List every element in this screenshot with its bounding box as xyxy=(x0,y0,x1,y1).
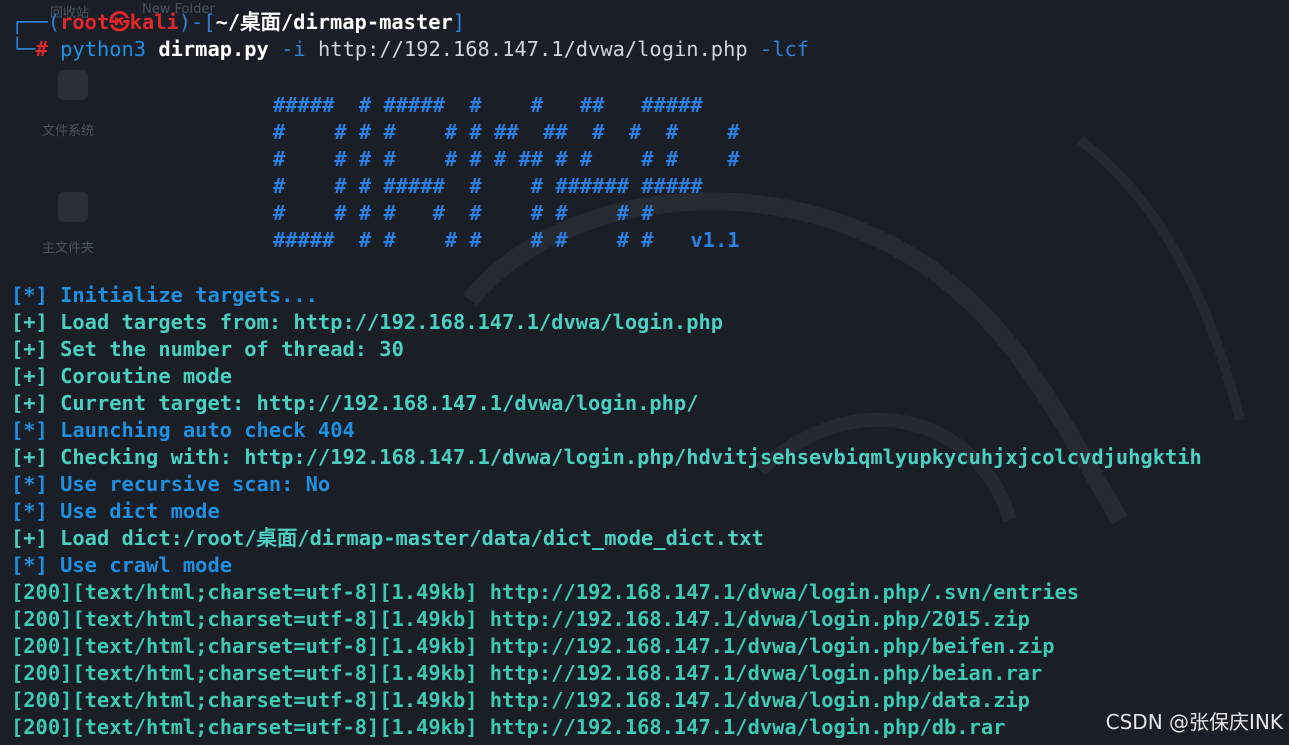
result-url: http://192.168.147.1/dvwa/login.php/data… xyxy=(489,688,1030,712)
banner-version: v1.1 xyxy=(653,228,740,252)
cmd-flag-lcf: -lcf xyxy=(759,37,810,61)
log-line: [*] Use recursive scan: No xyxy=(11,471,330,498)
result-line: [200][text/html;charset=utf-8][1.49kb] h… xyxy=(11,579,1079,606)
log-text: Use recursive scan: No xyxy=(60,472,331,496)
result-url: http://192.168.147.1/dvwa/login.php/db.r… xyxy=(489,715,1006,739)
result-prefix: [200][text/html;charset=utf-8][1.49kb] xyxy=(11,580,478,604)
log-tag: [+] xyxy=(11,337,48,361)
log-text: Use crawl mode xyxy=(60,553,232,577)
prompt-end: ] xyxy=(452,10,466,34)
log-text: Initialize targets... xyxy=(60,283,318,307)
prompt-box-top: ┌──( xyxy=(11,10,61,34)
result-line: [200][text/html;charset=utf-8][1.49kb] h… xyxy=(11,660,1042,687)
prompt-box-bottom: └─ xyxy=(11,37,36,61)
log-line: [+] Current target: http://192.168.147.1… xyxy=(11,390,699,417)
log-tag: [+] xyxy=(11,391,48,415)
result-prefix: [200][text/html;charset=utf-8][1.49kb] xyxy=(11,661,478,685)
banner-line: # # # # # # # # # # xyxy=(273,201,654,225)
log-line: [+] Set the number of thread: 30 xyxy=(11,336,404,363)
log-text: Launching auto check 404 xyxy=(60,418,355,442)
log-text: Load dict:/root/桌面/dirmap-master/data/di… xyxy=(60,526,764,550)
cmd-python: python3 xyxy=(60,37,147,61)
cmd-flag-i: -i xyxy=(281,37,306,61)
log-tag: [*] xyxy=(11,499,48,523)
prompt-line-1: ┌──(root㉿kali)-[~/桌面/dirmap-master] xyxy=(11,9,465,36)
banner-line: # # # ##### # # ###### ##### xyxy=(273,174,703,198)
log-text: Coroutine mode xyxy=(60,364,232,388)
banner-line: # # # # # # ## ## # # # # xyxy=(273,120,740,144)
banner-line: ##### # ##### # # ## ##### xyxy=(273,93,703,117)
result-line: [200][text/html;charset=utf-8][1.49kb] h… xyxy=(11,687,1030,714)
log-tag: [*] xyxy=(11,283,48,307)
prompt-hash: # xyxy=(35,37,48,61)
log-line: [+] Load targets from: http://192.168.14… xyxy=(11,309,723,336)
result-url: http://192.168.147.1/dvwa/login.php/beia… xyxy=(489,661,1043,685)
result-prefix: [200][text/html;charset=utf-8][1.49kb] xyxy=(11,607,478,631)
log-line: [*] Initialize targets... xyxy=(11,282,318,309)
home-folder-icon[interactable] xyxy=(58,192,88,222)
log-tag: [+] xyxy=(11,364,48,388)
banner-line: # # # # # # # ## # # # # # xyxy=(273,147,740,171)
log-text: Use dict mode xyxy=(60,499,220,523)
prompt-user: root xyxy=(60,10,110,34)
result-line: [200][text/html;charset=utf-8][1.49kb] h… xyxy=(11,633,1055,660)
prompt-mid: )-[ xyxy=(178,10,216,34)
result-url: http://192.168.147.1/dvwa/login.php/.svn… xyxy=(489,580,1080,604)
result-line: [200][text/html;charset=utf-8][1.49kb] h… xyxy=(11,606,1030,633)
prompt-path: ~/桌面/dirmap-master xyxy=(215,10,453,34)
log-tag: [*] xyxy=(11,418,48,442)
cmd-script: dirmap.py xyxy=(158,37,269,61)
filesystem-icon[interactable] xyxy=(58,70,88,100)
desktop-label-filesystem: 文件系统 xyxy=(42,124,95,139)
result-url: http://192.168.147.1/dvwa/login.php/beif… xyxy=(489,634,1055,658)
log-line: [+] Checking with: http://192.168.147.1/… xyxy=(11,444,1202,471)
log-line: [*] Launching auto check 404 xyxy=(11,417,355,444)
log-tag: [*] xyxy=(11,472,48,496)
log-line: [+] Load dict:/root/桌面/dirmap-master/dat… xyxy=(11,525,764,552)
desktop-label-home: 主文件夹 xyxy=(42,241,95,256)
result-prefix: [200][text/html;charset=utf-8][1.49kb] xyxy=(11,634,478,658)
cmd-url: http://192.168.147.1/dvwa/login.php xyxy=(317,37,748,61)
log-tag: [+] xyxy=(11,445,48,469)
skull-icon: ㉿ xyxy=(109,10,130,34)
csdn-watermark: CSDN @张保庆INK xyxy=(1105,710,1283,734)
log-tag: [+] xyxy=(11,310,48,334)
result-url: http://192.168.147.1/dvwa/login.php/2015… xyxy=(489,607,1030,631)
log-tag: [*] xyxy=(11,553,48,577)
log-line: [*] Use crawl mode xyxy=(11,552,232,579)
result-prefix: [200][text/html;charset=utf-8][1.49kb] xyxy=(11,715,478,739)
result-line: [200][text/html;charset=utf-8][1.49kb] h… xyxy=(11,714,1005,741)
log-line: [*] Use dict mode xyxy=(11,498,220,525)
log-tag: [+] xyxy=(11,526,48,550)
log-text: Current target: http://192.168.147.1/dvw… xyxy=(60,391,699,415)
result-prefix: [200][text/html;charset=utf-8][1.49kb] xyxy=(11,688,478,712)
log-text: Set the number of thread: 30 xyxy=(60,337,404,361)
command-line[interactable]: └─# python3 dirmap.py -i http://192.168.… xyxy=(11,36,809,63)
log-line: [+] Coroutine mode xyxy=(11,363,232,390)
log-text: Load targets from: http://192.168.147.1/… xyxy=(60,310,724,334)
prompt-host: kali xyxy=(129,10,179,34)
banner-line: ##### # # # # # # # # xyxy=(273,228,654,252)
log-text: Checking with: http://192.168.147.1/dvwa… xyxy=(60,445,1202,469)
ascii-banner: ##### # ##### # # ## ##### # # # # # # #… xyxy=(273,92,740,254)
